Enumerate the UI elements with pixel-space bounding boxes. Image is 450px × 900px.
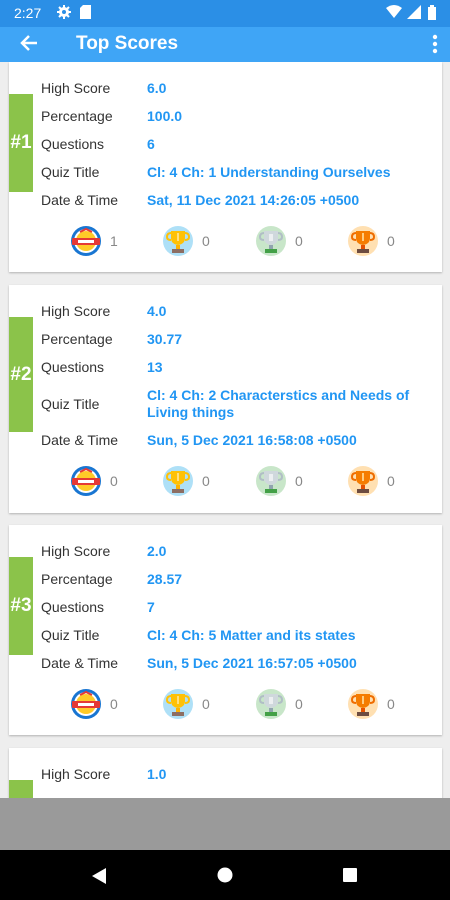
silver-trophy-icon (255, 226, 287, 261)
status-bar: 2:27 (0, 0, 450, 27)
percentage-value: 100.0 (147, 108, 183, 124)
badge-count: 0 (202, 696, 210, 712)
badge-row: 0 0 0 0 (9, 465, 442, 501)
percentage-label: Percentage (41, 108, 113, 124)
rank-badge: #2 (9, 317, 33, 432)
questions-label: Questions (41, 359, 105, 375)
settings-gear-icon (57, 5, 71, 24)
quiz-title-value: Cl: 4 Ch: 5 Matter and its states (147, 627, 356, 643)
questions-label: Questions (41, 136, 105, 152)
high-score-value: 6.0 (147, 80, 167, 96)
badge-count: 0 (295, 233, 303, 249)
quiz-title-value: Cl: 4 Ch: 1 Understanding Ourselves (147, 164, 391, 180)
badge-count: 0 (295, 473, 303, 489)
nav-back-icon[interactable] (91, 867, 107, 890)
percentage-label: Percentage (41, 331, 113, 347)
silver-trophy-icon (255, 689, 287, 724)
badge-row: 1 0 0 0 (9, 225, 442, 261)
quiz-title-value: Cl: 4 Ch: 2 Characterstics and Needs of … (147, 387, 410, 420)
score-card: High Score 1.0 (9, 748, 442, 798)
quiz-title-label: Quiz Title (41, 164, 100, 180)
date-time-value: Sat, 11 Dec 2021 14:26:05 +0500 (147, 192, 360, 208)
back-arrow-icon[interactable] (18, 32, 40, 59)
high-score-label: High Score (41, 80, 111, 96)
badge-count: 0 (110, 696, 118, 712)
rank-badge (9, 780, 33, 798)
silver-trophy-icon (255, 466, 287, 501)
wifi-icon (386, 5, 402, 24)
score-list[interactable]: #1 High Score 6.0 Percentage 100.0 Questio… (0, 62, 450, 798)
more-options-icon[interactable] (432, 34, 438, 59)
quiz-title-label: Quiz Title (41, 627, 100, 643)
best-score-badge-icon (70, 466, 102, 501)
rank-badge: #1 (9, 94, 33, 192)
cellular-signal-icon (407, 5, 421, 24)
percentage-value: 28.57 (147, 571, 183, 587)
rank-badge: #3 (9, 557, 33, 655)
score-card: #2 High Score 4.0 Percentage 30.77 Questio… (9, 285, 442, 513)
navigation-bar (0, 850, 450, 900)
high-score-value: 4.0 (147, 303, 167, 319)
gold-trophy-icon (162, 226, 194, 261)
best-score-badge-icon (70, 226, 102, 261)
badge-count: 0 (110, 473, 118, 489)
score-card: #1 High Score 6.0 Percentage 100.0 Questio… (9, 62, 442, 272)
battery-icon (428, 5, 436, 25)
badge-count: 0 (387, 696, 395, 712)
badge-count: 0 (295, 696, 303, 712)
app-bar: Top Scores (0, 27, 450, 62)
quiz-title-label: Quiz Title (41, 396, 100, 412)
gold-trophy-icon (162, 689, 194, 724)
questions-value: 13 (147, 359, 163, 375)
score-card: #3 High Score 2.0 Percentage 28.57 Questio… (9, 525, 442, 735)
high-score-value: 2.0 (147, 543, 167, 559)
sd-card-icon (80, 5, 91, 24)
date-time-label: Date & Time (41, 432, 119, 448)
badge-row: 0 0 0 0 (9, 688, 442, 724)
questions-value: 6 (147, 136, 155, 152)
badge-count: 0 (202, 233, 210, 249)
date-time-value: Sun, 5 Dec 2021 16:57:05 +0500 (147, 655, 357, 671)
badge-count: 0 (387, 473, 395, 489)
gold-trophy-icon (162, 466, 194, 501)
high-score-value: 1.0 (147, 766, 167, 782)
date-time-label: Date & Time (41, 192, 119, 208)
badge-count: 0 (387, 233, 395, 249)
percentage-value: 30.77 (147, 331, 183, 347)
badge-count: 1 (110, 233, 118, 249)
date-time-value: Sun, 5 Dec 2021 16:58:08 +0500 (147, 432, 357, 448)
date-time-label: Date & Time (41, 655, 119, 671)
badge-count: 0 (202, 473, 210, 489)
best-score-badge-icon (70, 689, 102, 724)
nav-home-icon[interactable] (217, 867, 233, 888)
high-score-label: High Score (41, 543, 111, 559)
high-score-label: High Score (41, 303, 111, 319)
nav-recents-icon[interactable] (343, 868, 357, 887)
questions-label: Questions (41, 599, 105, 615)
percentage-label: Percentage (41, 571, 113, 587)
bottom-gray-strip (0, 798, 450, 850)
high-score-label: High Score (41, 766, 111, 782)
page-title: Top Scores (76, 33, 179, 54)
bronze-trophy-icon (347, 466, 379, 501)
bronze-trophy-icon (347, 689, 379, 724)
questions-value: 7 (147, 599, 155, 615)
status-time: 2:27 (14, 5, 42, 21)
bronze-trophy-icon (347, 226, 379, 261)
